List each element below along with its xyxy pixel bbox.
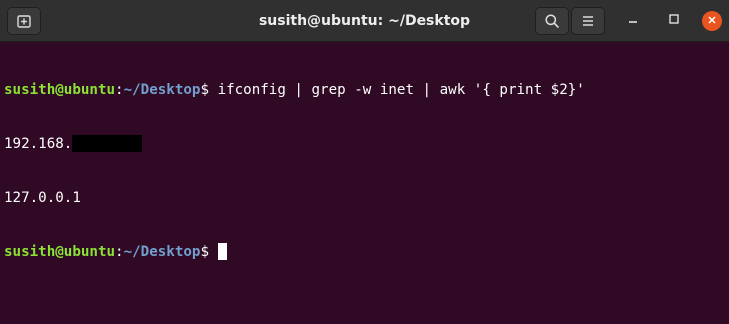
menu-button[interactable]: [571, 7, 605, 35]
new-tab-button[interactable]: [7, 7, 41, 35]
prompt-user-host: susith@ubuntu: [4, 82, 116, 98]
terminal-output-area[interactable]: susith@ubuntu:~/Desktop$ ifconfig | grep…: [4, 45, 729, 324]
prompt-path: ~/Desktop: [123, 244, 201, 260]
prompt-separator: :: [115, 82, 124, 98]
new-tab-icon: [16, 13, 32, 29]
search-icon: [544, 13, 560, 29]
output-line: 127.0.0.1: [4, 189, 729, 207]
minimize-button[interactable]: [623, 11, 643, 31]
maximize-button[interactable]: [664, 11, 684, 31]
text-cursor: [217, 243, 227, 260]
output-loopback-address: 127.0.0.1: [4, 190, 81, 206]
command-line: susith@ubuntu:~/Desktop$ ifconfig | grep…: [4, 81, 729, 99]
close-icon: [707, 12, 717, 30]
prompt-symbol: $: [200, 82, 218, 98]
title-bar[interactable]: susith@ubuntu: ~/Desktop: [0, 0, 729, 42]
prompt-symbol: $: [200, 244, 218, 260]
search-button[interactable]: [535, 7, 569, 35]
prompt-separator: :: [115, 244, 124, 260]
prompt-path: ~/Desktop: [123, 82, 201, 98]
minimize-icon: [627, 12, 639, 30]
window-title: susith@ubuntu: ~/Desktop: [258, 13, 471, 29]
output-line: 192.168.: [4, 135, 729, 153]
redaction-box: [72, 135, 143, 152]
maximize-icon: [668, 12, 680, 30]
output-ip-address: 192.168.: [4, 136, 73, 152]
hamburger-menu-icon: [580, 13, 596, 29]
prompt-user-host: susith@ubuntu: [4, 244, 116, 260]
command-text: ifconfig | grep -w inet | awk '{ print $…: [217, 82, 585, 98]
close-button[interactable]: [702, 11, 722, 31]
active-prompt-line: susith@ubuntu:~/Desktop$: [4, 243, 729, 261]
terminal-window: susith@ubuntu: ~/Desktop susith@ubuntu:~…: [0, 0, 729, 324]
